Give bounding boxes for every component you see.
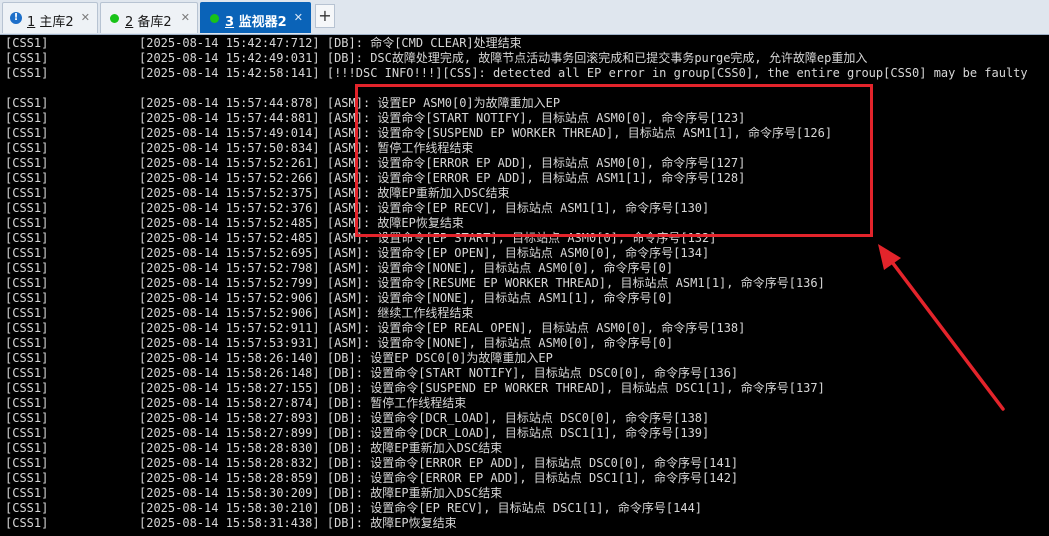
annotation-arrow xyxy=(878,244,1005,411)
